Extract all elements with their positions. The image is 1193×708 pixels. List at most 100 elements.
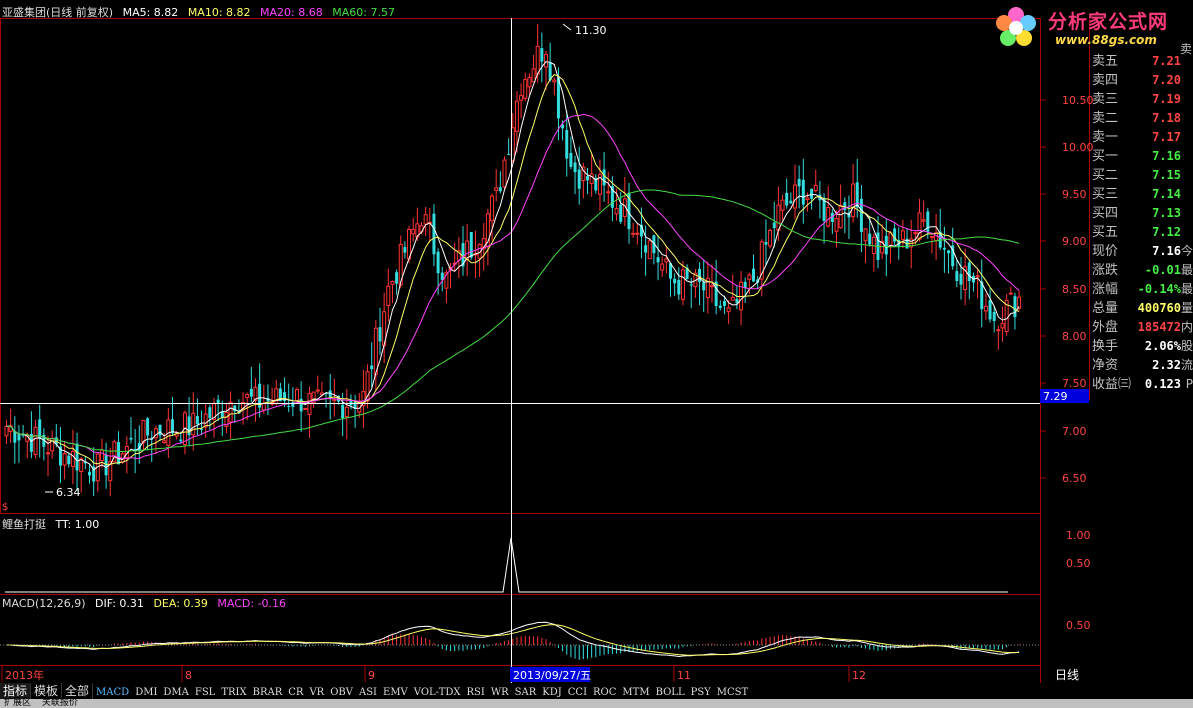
status-extension-area[interactable]: 扩展区 xyxy=(0,698,35,708)
candle-body xyxy=(743,281,747,288)
candle-body xyxy=(46,452,50,455)
quote-stat-0: 现价 7.16 今 xyxy=(1090,242,1193,261)
sub1-axis-label: 1.00 xyxy=(1066,529,1091,542)
candle-body xyxy=(718,305,722,308)
sell-level-4-label: 卖四 xyxy=(1092,73,1119,88)
buy-level-4: 买四 7.13 xyxy=(1090,204,1193,223)
tab-1[interactable]: 模板 xyxy=(31,683,63,699)
candle-body xyxy=(403,247,407,253)
quote-stat-3-label: 总量 xyxy=(1092,301,1119,316)
quote-stat-2-label: 涨幅 xyxy=(1092,282,1119,297)
buy-level-3-label: 买三 xyxy=(1092,187,1119,202)
candle-body xyxy=(926,211,930,232)
quote-stat-7-extra: P xyxy=(1185,377,1193,391)
macd-axis-label: 0.50 xyxy=(1066,619,1091,632)
buy-level-4-value: 7.13 xyxy=(1152,206,1181,220)
buy-level-5-value: 7.12 xyxy=(1152,225,1181,239)
sub1-title: 鲤鱼打挺 xyxy=(2,518,46,531)
sub1-axis-label: 0.50 xyxy=(1066,557,1091,570)
buy-level-1: 买一 7.16 xyxy=(1090,147,1193,166)
price-axis-label: 9.50 xyxy=(1062,188,1087,201)
panel-frames xyxy=(0,18,1090,683)
quote-stat-4: 外盘 185472 内 xyxy=(1090,318,1193,337)
ma5-label: MA5: 8.82 xyxy=(122,6,179,19)
quote-stat-6-extra: 流 xyxy=(1180,358,1193,372)
candle-body xyxy=(527,76,532,88)
crosshair-date-text: 2013/09/27/五 xyxy=(513,669,591,682)
macd-title: MACD(12,26,9) xyxy=(2,597,86,610)
logo-url: www.88gs.com xyxy=(1055,33,1157,47)
candle-body xyxy=(373,327,378,376)
candle-body xyxy=(577,169,581,189)
candle-body xyxy=(295,389,299,401)
candle-body xyxy=(370,365,374,370)
candle-body xyxy=(67,455,71,465)
candle-body xyxy=(797,178,801,187)
candle-body xyxy=(432,213,436,255)
dif-value: DIF: 0.31 xyxy=(95,597,144,610)
candle-body xyxy=(947,250,951,254)
buy-level-1-label: 买一 xyxy=(1092,149,1119,164)
candle-body xyxy=(614,208,619,215)
candlestick-series xyxy=(4,23,1022,497)
quote-stat-3: 总量 400760 量 xyxy=(1090,299,1193,318)
candle-body xyxy=(249,388,253,397)
tab-0[interactable]: 指标 xyxy=(0,683,32,699)
candle-body xyxy=(565,130,569,159)
tab-2[interactable]: 全部 xyxy=(62,683,94,699)
price-axis-label: 8.00 xyxy=(1062,330,1087,343)
candle-body xyxy=(99,449,104,462)
indicator-tab-bar: 指标 模板 全部 MACD DMI DMA FSL TRIX BRAR CR VR OBV ASI EMV… xyxy=(0,683,1193,699)
macd-value: MACD: -0.16 xyxy=(217,597,287,610)
candle-body xyxy=(698,268,702,282)
candle-body xyxy=(826,207,831,227)
quote-stat-7-value: 0.123 xyxy=(1144,377,1181,391)
candle-body xyxy=(535,45,540,75)
candle-body xyxy=(813,184,818,192)
candle-body xyxy=(569,153,573,167)
candle-body xyxy=(146,418,150,436)
sell-level-4-value: 7.20 xyxy=(1152,73,1181,87)
quote-stat-1-value: -0.01 xyxy=(1144,263,1181,277)
quote-stat-3-value: 400760 xyxy=(1137,301,1181,315)
candle-body xyxy=(344,406,349,418)
candle-body xyxy=(631,232,636,235)
candle-body xyxy=(315,389,320,392)
quote-stat-1: 涨跌 -0.01 最 xyxy=(1090,261,1193,280)
period-day-button[interactable]: 日线 xyxy=(1041,667,1093,683)
candle-body xyxy=(498,187,502,192)
candle-body xyxy=(921,219,926,222)
candle-body xyxy=(888,232,893,247)
dollar-mark: $ xyxy=(2,502,9,513)
quote-stat-2: 涨幅 -0.14% 最 xyxy=(1090,280,1193,299)
candle-body xyxy=(200,428,204,430)
candle-body xyxy=(589,173,594,184)
candle-body xyxy=(726,307,731,313)
quote-stat-3-extra: 量 xyxy=(1180,301,1193,315)
status-related-quotes[interactable]: 关联报价 xyxy=(38,698,82,708)
buy-level-1-value: 7.16 xyxy=(1152,149,1181,163)
quote-stat-0-label: 现价 xyxy=(1092,244,1119,259)
sell-level-1-label: 卖一 xyxy=(1092,130,1119,145)
candle-body xyxy=(141,420,146,444)
candle-body xyxy=(680,269,685,300)
candle-body xyxy=(722,300,726,306)
sell-level-5-label: 卖五 xyxy=(1092,54,1119,69)
candle-body xyxy=(88,471,91,476)
ma20-label: MA20: 8.68 xyxy=(260,6,323,19)
candle-body xyxy=(900,230,905,240)
candle-body xyxy=(913,232,918,235)
candle-body xyxy=(656,257,660,263)
candle-body xyxy=(208,407,212,418)
candle-body xyxy=(710,285,714,288)
candle-body xyxy=(245,394,250,398)
site-logo[interactable]: 分析家公式网 www.88gs.com xyxy=(993,3,1189,53)
quote-stat-5-extra: 股 xyxy=(1180,339,1193,353)
candle-body xyxy=(764,242,768,245)
candle-body xyxy=(552,79,557,83)
candle-body xyxy=(975,275,980,278)
high-price-label: 11.30 xyxy=(575,24,607,37)
candle-body xyxy=(465,240,470,260)
candle-body xyxy=(868,233,872,245)
candle-body xyxy=(494,187,499,191)
